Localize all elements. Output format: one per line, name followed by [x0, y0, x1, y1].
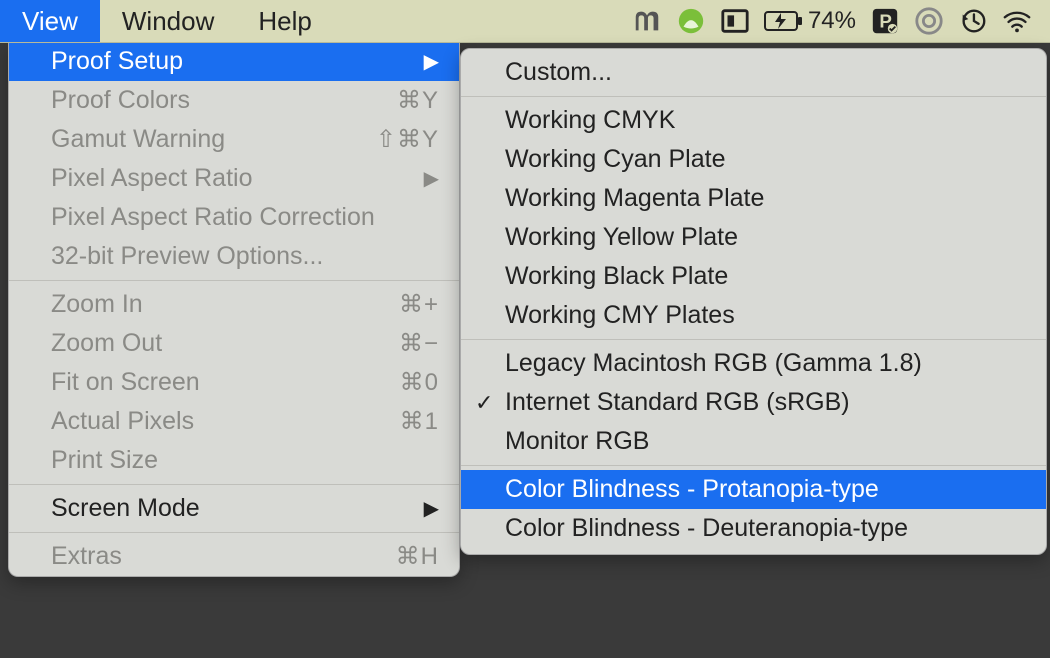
green-circle-icon[interactable]: [676, 6, 706, 36]
mamp-icon[interactable]: [632, 6, 662, 36]
menu-item-label: Fit on Screen: [51, 368, 400, 397]
menu-separator: [461, 339, 1046, 340]
submenu-item[interactable]: Custom...: [461, 53, 1046, 92]
menu-item: Zoom In⌘+: [9, 285, 459, 324]
submenu-item[interactable]: Working Cyan Plate: [461, 140, 1046, 179]
menu-item-label: Screen Mode: [51, 494, 424, 523]
menu-item: Proof Colors⌘Y: [9, 81, 459, 120]
submenu-item[interactable]: Working Black Plate: [461, 257, 1046, 296]
submenu-item[interactable]: Color Blindness - Protanopia-type: [461, 470, 1046, 509]
menu-shortcut: ⇧⌘Y: [376, 125, 439, 154]
time-machine-icon[interactable]: [958, 6, 988, 36]
menu-item-label: 32-bit Preview Options...: [51, 242, 439, 271]
submenu-item-label: Working CMY Plates: [505, 301, 1026, 330]
battery-status[interactable]: 74%: [764, 7, 856, 35]
view-menu: Proof Setup▶Proof Colors⌘YGamut Warning⇧…: [8, 42, 460, 577]
submenu-arrow-icon: ▶: [424, 166, 439, 191]
menu-item-label: Pixel Aspect Ratio: [51, 164, 424, 193]
submenu-item-label: Working Magenta Plate: [505, 184, 1026, 213]
menu-item-label: Pixel Aspect Ratio Correction: [51, 203, 439, 232]
menu-item-label: Print Size: [51, 446, 439, 475]
menubar-item-window[interactable]: Window: [100, 0, 236, 42]
submenu-item[interactable]: Working Yellow Plate: [461, 218, 1046, 257]
menu-item[interactable]: Proof Setup▶: [9, 42, 459, 81]
menu-separator: [461, 465, 1046, 466]
submenu-item[interactable]: Working CMYK: [461, 101, 1046, 140]
menu-separator: [461, 96, 1046, 97]
menubar-status-area: 74% P: [632, 0, 1050, 42]
menu-item[interactable]: Screen Mode▶: [9, 489, 459, 528]
checkmark-icon: ✓: [475, 390, 493, 416]
menu-separator: [9, 532, 459, 533]
menu-separator: [9, 280, 459, 281]
menu-item-label: Zoom In: [51, 290, 399, 319]
submenu-item-label: Working CMYK: [505, 106, 1026, 135]
submenu-arrow-icon: ▶: [424, 496, 439, 521]
submenu-item-label: Color Blindness - Deuteranopia-type: [505, 514, 1026, 543]
battery-percent: 74%: [808, 7, 856, 35]
submenu-item[interactable]: Working Magenta Plate: [461, 179, 1046, 218]
menubar: View Window Help 74% P: [0, 0, 1050, 43]
menu-shortcut: ⌘1: [400, 407, 439, 436]
cloud-sync-icon[interactable]: [914, 6, 944, 36]
menu-shortcut: ⌘0: [400, 368, 439, 397]
submenu-item[interactable]: Color Blindness - Deuteranopia-type: [461, 509, 1046, 548]
menu-item: 32-bit Preview Options...: [9, 237, 459, 276]
square-toggle-icon[interactable]: [720, 6, 750, 36]
menubar-spacer: [334, 0, 632, 42]
wifi-icon[interactable]: [1002, 6, 1032, 36]
submenu-item[interactable]: Legacy Macintosh RGB (Gamma 1.8): [461, 344, 1046, 383]
submenu-item-label: Custom...: [505, 58, 1026, 87]
menu-item: Print Size: [9, 441, 459, 480]
submenu-item-label: Working Black Plate: [505, 262, 1026, 291]
menu-item-label: Proof Colors: [51, 86, 397, 115]
submenu-item-label: Working Cyan Plate: [505, 145, 1026, 174]
menu-item-label: Actual Pixels: [51, 407, 400, 436]
submenu-item-label: Color Blindness - Protanopia-type: [505, 475, 1026, 504]
menu-item: Extras⌘H: [9, 537, 459, 576]
menu-item-label: Proof Setup: [51, 47, 424, 76]
proof-setup-submenu: Custom... Working CMYK Working Cyan Plate W…: [460, 48, 1047, 555]
menubar-label: Help: [258, 6, 311, 37]
menu-shortcut: ⌘Y: [397, 86, 439, 115]
menubar-label: Window: [122, 6, 214, 37]
submenu-item-label: Working Yellow Plate: [505, 223, 1026, 252]
parking-app-icon[interactable]: P: [870, 6, 900, 36]
menu-item: Pixel Aspect Ratio▶: [9, 159, 459, 198]
submenu-item-label: Internet Standard RGB (sRGB): [505, 388, 1026, 417]
menu-item: Zoom Out⌘−: [9, 324, 459, 363]
menubar-item-help[interactable]: Help: [236, 0, 333, 42]
menu-item-label: Gamut Warning: [51, 125, 376, 154]
submenu-item-label: Legacy Macintosh RGB (Gamma 1.8): [505, 349, 1026, 378]
menu-shortcut: ⌘H: [396, 542, 439, 571]
menu-shortcut: ⌘+: [399, 290, 439, 319]
menu-item: Pixel Aspect Ratio Correction: [9, 198, 459, 237]
submenu-item[interactable]: ✓ Internet Standard RGB (sRGB): [461, 383, 1046, 422]
menu-item: Gamut Warning⇧⌘Y: [9, 120, 459, 159]
submenu-item-label: Monitor RGB: [505, 427, 1026, 456]
menubar-label: View: [22, 6, 78, 37]
menu-item: Actual Pixels⌘1: [9, 402, 459, 441]
submenu-arrow-icon: ▶: [424, 49, 439, 74]
menu-item: Fit on Screen⌘0: [9, 363, 459, 402]
menubar-item-view[interactable]: View: [0, 0, 100, 42]
menu-shortcut: ⌘−: [399, 329, 439, 358]
menubar-left: View Window Help: [0, 0, 334, 42]
menu-separator: [9, 484, 459, 485]
menu-item-label: Zoom Out: [51, 329, 399, 358]
menu-item-label: Extras: [51, 542, 396, 571]
submenu-item[interactable]: Working CMY Plates: [461, 296, 1046, 335]
submenu-item[interactable]: Monitor RGB: [461, 422, 1046, 461]
